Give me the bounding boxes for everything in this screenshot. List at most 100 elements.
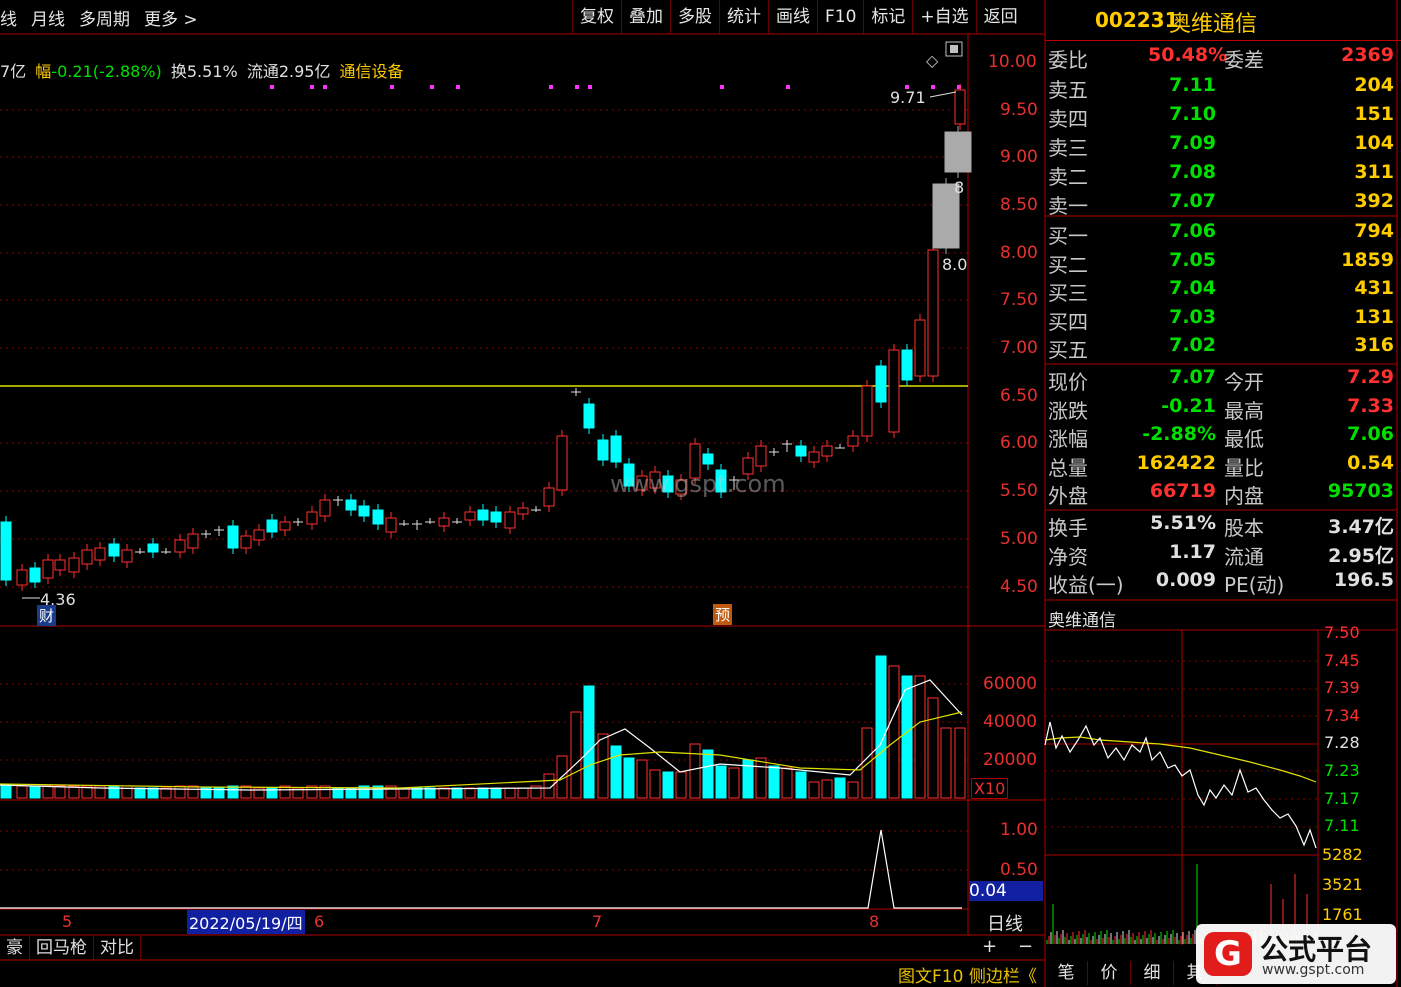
candle [240, 530, 252, 554]
value: 7.02 [1169, 334, 1216, 356]
candle [954, 84, 966, 130]
volume-tick: 20000 [983, 750, 1038, 770]
volume-bar [636, 759, 648, 799]
value: 204 [1354, 74, 1394, 96]
fundamentals-row: 换手 5.51% 股本 3.47亿 [1048, 512, 1396, 540]
volume-bar [715, 765, 727, 799]
candle [279, 516, 291, 536]
candle [0, 516, 12, 586]
price-tick: 10.00 [988, 52, 1037, 72]
price-tick: 5.00 [1000, 529, 1038, 549]
indicator-tick: 0.50 [1000, 860, 1038, 880]
candle [121, 544, 133, 568]
value: 7.33 [1347, 394, 1394, 417]
forecast-event-tag[interactable]: 预 [713, 604, 733, 625]
value: -0.21 [1161, 394, 1216, 417]
zoom-out-button[interactable]: − [1018, 936, 1033, 957]
candle [888, 344, 900, 438]
label: 最低 [1224, 427, 1264, 451]
candle [847, 430, 859, 452]
candle [769, 448, 779, 456]
volume-bar [875, 655, 887, 799]
intraday-price-tick: 7.17 [1324, 788, 1360, 808]
value: 131 [1354, 305, 1394, 328]
candle [399, 520, 409, 526]
value: 0.54 [1347, 451, 1394, 474]
value: 0.009 [1155, 569, 1216, 591]
intraday-price-tick: 7.45 [1324, 650, 1360, 670]
value: 151 [1354, 103, 1394, 125]
value: 7.03 [1169, 305, 1216, 328]
f10-sidebar-links[interactable]: 图文F10 侧边栏《 [898, 962, 1037, 987]
volume-bar [147, 787, 159, 799]
price-tick: 8.50 [1000, 195, 1038, 215]
tab-detail[interactable]: 细 [1131, 961, 1174, 985]
tab-trades[interactable]: 笔 [1045, 961, 1088, 985]
volume-bar [795, 771, 807, 799]
tab-hao[interactable]: 豪 [0, 936, 30, 961]
candle [253, 524, 265, 546]
volume-tick: 60000 [983, 674, 1038, 694]
finance-event-tag[interactable]: 财 [37, 605, 57, 626]
tab-price[interactable]: 价 [1088, 961, 1131, 985]
zoom-in-button[interactable]: + [982, 936, 997, 957]
volume-bar [834, 777, 846, 799]
candle [174, 534, 186, 558]
value: 66719 [1149, 480, 1216, 502]
label: 股本 [1224, 516, 1264, 540]
candle [227, 520, 239, 554]
value: 7.29 [1347, 366, 1394, 388]
label: 换手 [1048, 516, 1088, 540]
ask-row: 卖二 7.08 311 [1048, 161, 1396, 189]
tab-compare[interactable]: 对比 [94, 936, 141, 961]
value: 95703 [1327, 480, 1394, 502]
value: 7.11 [1169, 74, 1216, 96]
candle [597, 434, 609, 466]
high-price-label: 9.71 [890, 88, 926, 107]
indicator-current-value: 0.04 [969, 881, 1043, 901]
volume-bar [187, 785, 199, 799]
intraday-price-tick: 7.34 [1324, 705, 1360, 725]
volume-bar [570, 711, 582, 799]
tab-huimaqiang[interactable]: 回马枪 [30, 936, 94, 961]
label: 今开 [1224, 370, 1264, 394]
bid-row: 买四 7.03 131 [1048, 306, 1396, 334]
value: 104 [1354, 132, 1394, 154]
value: 794 [1354, 220, 1394, 242]
volume-bar [134, 787, 146, 799]
label: 净资 [1048, 544, 1088, 569]
candle [914, 314, 926, 382]
volume-bar [954, 727, 966, 799]
period-label[interactable]: 日线 [987, 910, 1023, 936]
right-tab-bar: 笔 价 细 其 [1045, 961, 1217, 985]
price-tick: 6.50 [1000, 386, 1038, 406]
intraday-volume-tick: 5282 [1322, 845, 1363, 864]
bid-row: 买五 7.02 316 [1048, 334, 1396, 362]
candle [755, 440, 767, 472]
intraday-price-tick: 7.50 [1324, 623, 1360, 642]
volume-bar [597, 733, 609, 799]
label: 委比 [1048, 48, 1088, 72]
candle [504, 506, 516, 534]
candle [571, 388, 581, 396]
bid-row: 买二 7.05 1859 [1048, 249, 1396, 277]
label: 卖五 [1048, 78, 1088, 102]
candle [306, 506, 318, 530]
ask-row: 卖四 7.10 151 [1048, 103, 1396, 131]
intraday-price-tick: 7.28 [1324, 733, 1360, 753]
quote-row: 外盘 66719 内盘 95703 [1048, 480, 1396, 508]
volume-bar [728, 767, 740, 799]
volume-bar [477, 787, 489, 799]
volume-bar [623, 757, 635, 799]
indicator-tick: 1.00 [1000, 820, 1038, 840]
price-tick: 8.00 [1000, 243, 1038, 263]
intraday-volume-tick: 1761 [1322, 905, 1363, 924]
label: 卖二 [1048, 165, 1088, 189]
label: 买四 [1048, 309, 1088, 334]
volume-bar [861, 727, 873, 799]
value: 7.07 [1169, 366, 1216, 388]
label: 买三 [1048, 281, 1088, 305]
watermark: www.gspt.com [610, 470, 786, 498]
candle [452, 518, 462, 524]
volume-bar [649, 769, 661, 799]
